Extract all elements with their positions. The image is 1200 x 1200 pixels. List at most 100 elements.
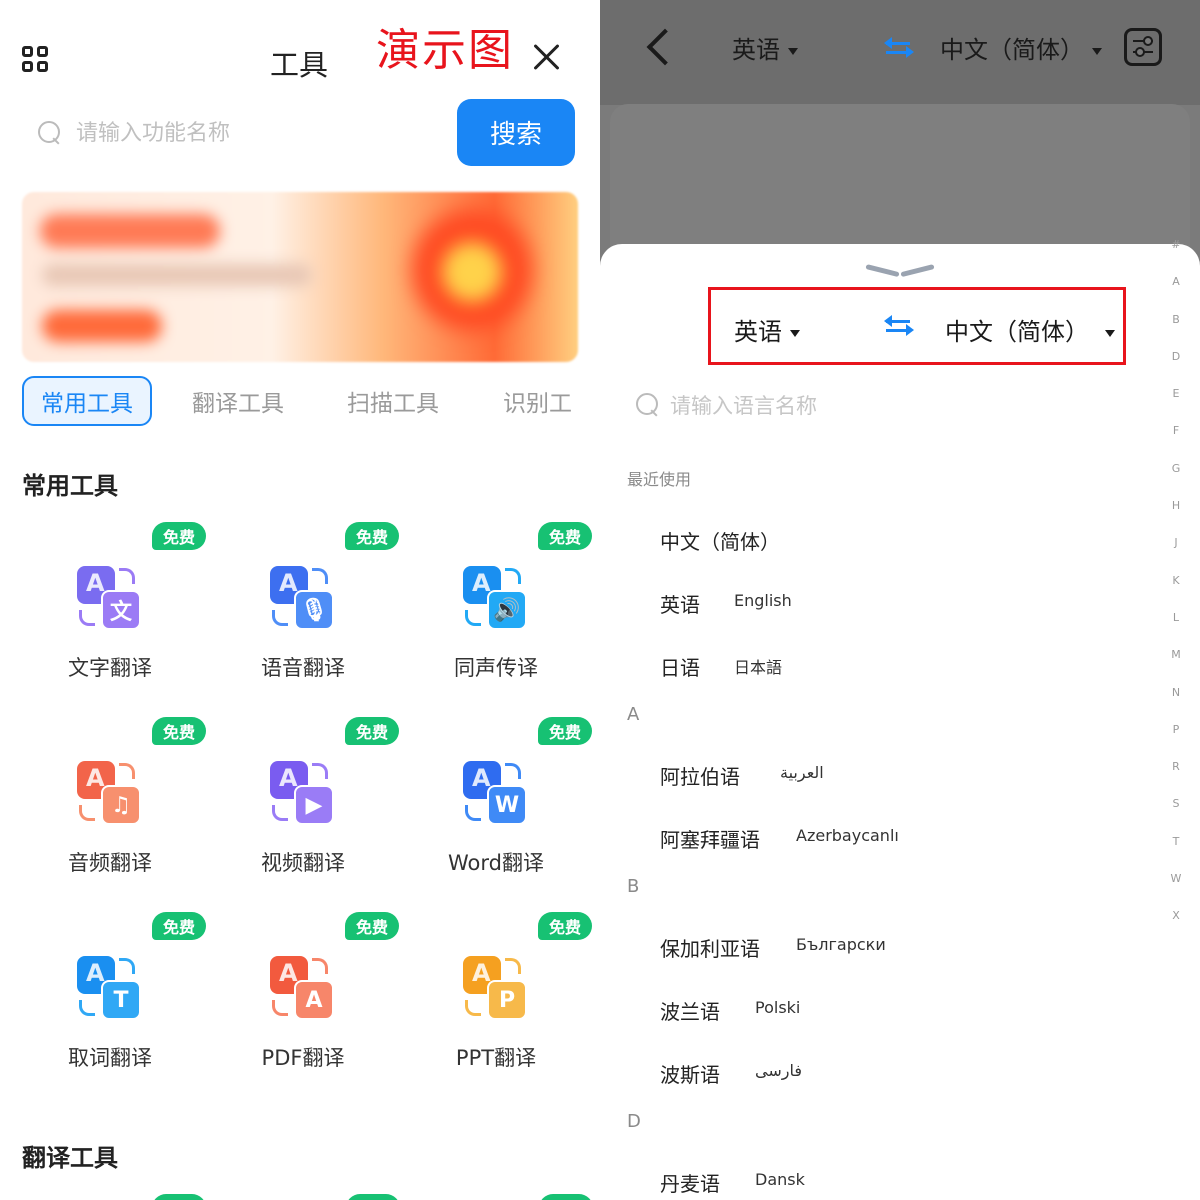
recent-language-row[interactable]: 日语 日本語 (660, 652, 1160, 692)
function-search-input[interactable] (76, 112, 446, 154)
language-cn-name: 中文（简体） (660, 530, 780, 554)
free-badge: 免费 (539, 1194, 593, 1200)
tab-recognize-tools[interactable]: 识别工 (503, 376, 572, 426)
index-letter[interactable]: X (1170, 909, 1182, 946)
language-cn-name: 阿塞拜疆语 (660, 828, 760, 852)
index-letter[interactable]: T (1170, 835, 1182, 872)
tool-label: PDF翻译 (261, 1046, 345, 1070)
tool-item[interactable]: 免费 A ♫ 音频翻译 (5, 717, 206, 907)
language-native-name: Български (796, 935, 886, 954)
index-letter[interactable]: D (1170, 350, 1182, 387)
demo-label: 演示图 (376, 25, 514, 76)
dimmed-input-card (610, 104, 1190, 264)
swap-languages-icon[interactable] (884, 37, 914, 58)
recent-header: 最近使用 (627, 470, 692, 489)
tool-item[interactable]: 免费 A A PDF翻译 (198, 912, 399, 1102)
index-letter[interactable]: R (1170, 760, 1182, 797)
language-cn-name: 丹麦语 (660, 1172, 720, 1196)
free-badge: 免费 (538, 522, 592, 550)
sheet-source-language-label: 英语 (734, 318, 782, 346)
caret-down-icon (788, 47, 798, 55)
alphabet-index-bar[interactable]: # A B D E F G H J K L M N P R S T W X (1170, 238, 1182, 947)
settings-sliders-icon[interactable] (1124, 28, 1162, 66)
topbar-target-language[interactable]: 中文（简体） (940, 30, 1102, 65)
language-row[interactable]: 丹麦语 Dansk (660, 1168, 1160, 1200)
index-letter[interactable]: J (1170, 536, 1182, 573)
swap-languages-icon[interactable] (884, 315, 914, 336)
tool-label: 语音翻译 (261, 656, 345, 680)
tab-translate-tools[interactable]: 翻译工具 (192, 376, 284, 426)
section-title-common: 常用工具 (22, 472, 118, 500)
search-icon (636, 393, 660, 417)
index-letter[interactable]: W (1170, 872, 1182, 909)
simultaneous-interpretation-icon: A 🔊 (463, 566, 527, 630)
tool-item[interactable]: 免费 A W Word翻译 (391, 717, 592, 907)
back-icon[interactable] (646, 30, 670, 66)
index-letter[interactable]: E (1170, 387, 1182, 424)
tool-label: 同声传译 (454, 656, 538, 680)
index-letter[interactable]: P (1170, 723, 1182, 760)
grid-menu-icon[interactable] (22, 46, 50, 74)
free-badge: 免费 (538, 717, 592, 745)
voice-translate-icon: A 🎙 (270, 566, 334, 630)
language-cn-name: 保加利亚语 (660, 937, 760, 961)
language-native-name: Dansk (755, 1170, 805, 1189)
caret-down-icon (1105, 329, 1115, 337)
category-tabs: 常用工具 翻译工具 扫描工具 识别工 (22, 376, 582, 428)
collapse-handle-icon[interactable] (866, 260, 934, 278)
tool-item[interactable]: 免费 A T 取词翻译 (5, 912, 206, 1102)
index-letter[interactable]: N (1170, 686, 1182, 723)
language-native-name: فارسی (755, 1061, 802, 1080)
language-row[interactable]: 阿塞拜疆语 Azerbaycanlı (660, 824, 1160, 864)
tool-item[interactable]: 免费 A 文文字翻译 (5, 522, 206, 712)
search-button[interactable]: 搜索 (457, 99, 575, 166)
tab-scan-tools[interactable]: 扫描工具 (347, 376, 439, 426)
language-row[interactable]: 保加利亚语 Български (660, 933, 1160, 973)
search-icon (38, 121, 62, 145)
index-letter[interactable]: K (1170, 574, 1182, 611)
language-row[interactable]: 波斯语 فارسی (660, 1059, 1160, 1099)
language-row[interactable]: 波兰语 Polski (660, 996, 1160, 1036)
language-native-name: Azerbaycanlı (796, 826, 899, 845)
topbar-target-language-label: 中文（简体） (940, 36, 1084, 64)
tool-label: 文字翻译 (68, 656, 152, 680)
recent-language-row[interactable]: 英语 English (660, 589, 1160, 629)
sheet-target-language[interactable]: 中文（简体） (945, 312, 1115, 347)
index-letter[interactable]: M (1170, 648, 1182, 685)
section-title-translate: 翻译工具 (22, 1144, 118, 1172)
promo-banner[interactable] (22, 192, 578, 362)
index-letter[interactable]: F (1170, 424, 1182, 461)
language-search-input[interactable] (670, 386, 1070, 426)
index-letter[interactable]: G (1170, 462, 1182, 499)
audio-translate-icon: A ♫ (77, 761, 141, 825)
tool-label: PPT翻译 (455, 1046, 537, 1070)
page-title: 工具 (270, 48, 329, 82)
tool-item[interactable]: 免费 A 🔊 同声传译 (391, 522, 592, 712)
tool-label: Word翻译 (448, 851, 544, 875)
language-picker-panel: 英语 中文（简体） 英语 中文（简体） 最近使用 中文（简体） 英语 English… (600, 0, 1200, 1200)
close-icon[interactable] (532, 42, 562, 72)
index-letter[interactable]: A (1170, 275, 1182, 312)
sheet-target-language-label: 中文（简体） (945, 318, 1089, 346)
tool-item[interactable]: 免费 A P PPT翻译 (391, 912, 592, 1102)
topbar-source-language-label: 英语 (732, 36, 780, 64)
tool-item[interactable]: 免费 A ▶ 视频翻译 (198, 717, 399, 907)
language-row[interactable]: 阿拉伯语 العربية (660, 761, 1160, 801)
topbar-source-language[interactable]: 英语 (732, 30, 798, 65)
index-letter[interactable]: H (1170, 499, 1182, 536)
language-sheet: 英语 中文（简体） 最近使用 中文（简体） 英语 English 日语 日本語 A 阿拉伯语… (600, 244, 1200, 1200)
word-pick-translate-icon: AT (77, 956, 141, 1020)
tool-item[interactable]: 免费 A 🎙 语音翻译 (198, 522, 399, 712)
tab-common-tools[interactable]: 常用工具 (22, 376, 152, 426)
tool-label: 视频翻译 (261, 851, 345, 875)
index-letter[interactable]: S (1170, 797, 1182, 834)
free-badge: 免费 (538, 912, 592, 940)
index-letter[interactable]: # (1170, 238, 1182, 275)
index-letter[interactable]: B (1170, 313, 1182, 350)
sheet-source-language[interactable]: 英语 (734, 312, 800, 347)
recent-language-row[interactable]: 中文（简体） (660, 526, 1160, 566)
language-cn-name: 日语 (660, 656, 700, 680)
caret-down-icon (790, 329, 800, 337)
caret-down-icon (1092, 47, 1102, 55)
index-letter[interactable]: L (1170, 611, 1182, 648)
